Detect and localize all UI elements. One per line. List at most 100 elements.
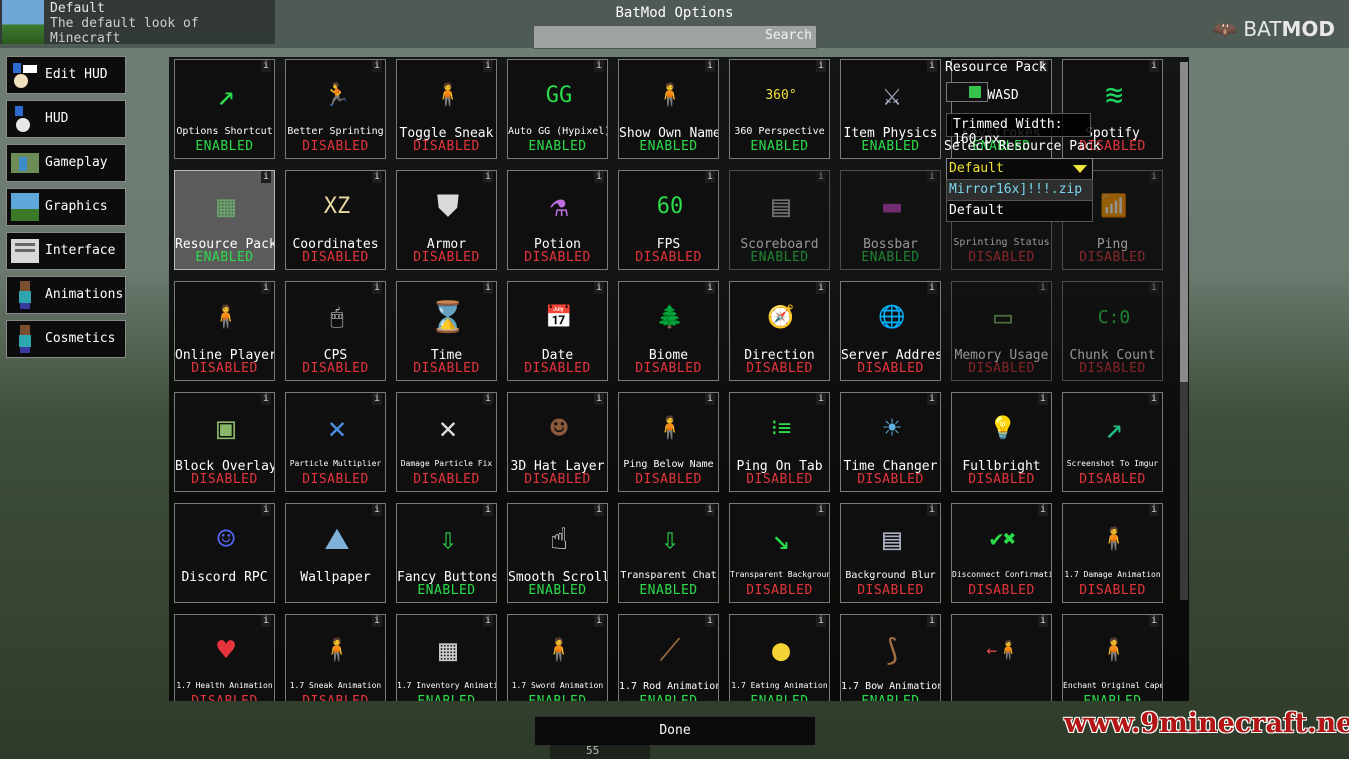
module-tile[interactable]: i 🏃 Better Sprinting DISABLED [285, 59, 386, 159]
module-tile[interactable]: i C:0 Chunk Count DISABLED [1062, 281, 1163, 381]
module-tile[interactable]: i ☺ Discord RPC [174, 503, 275, 603]
sidebar-item-graphics[interactable]: Graphics [6, 188, 126, 226]
info-icon[interactable]: i [372, 504, 382, 516]
info-icon[interactable]: i [594, 393, 604, 405]
sidebar-item-edit-hud[interactable]: Edit HUD [6, 56, 126, 94]
info-icon[interactable]: i [705, 171, 715, 183]
module-tile[interactable]: i ✕ Damage Particle Fix DISABLED [396, 392, 497, 492]
sidebar-item-animations[interactable]: Animations [6, 276, 126, 314]
module-tile[interactable]: i ☻ 3D Hat Layer DISABLED [507, 392, 608, 492]
module-tile[interactable]: i 🌐 Server Address DISABLED [840, 281, 941, 381]
info-icon[interactable]: i [816, 393, 826, 405]
info-icon[interactable]: i [261, 504, 271, 516]
info-icon[interactable]: i [927, 282, 937, 294]
info-icon[interactable]: i [594, 504, 604, 516]
module-tile[interactable]: i ⛰ Wallpaper [285, 503, 386, 603]
sidebar-item-hud[interactable]: HUD [6, 100, 126, 138]
scrollbar-thumb[interactable] [1180, 62, 1188, 382]
module-tile[interactable]: i 🧍 1.7 Sneak Animation DISABLED [285, 614, 386, 701]
module-tile[interactable]: i ☀ Time Changer DISABLED [840, 392, 941, 492]
module-tile[interactable]: i 🧍 1.7 Damage Animation DISABLED [1062, 503, 1163, 603]
info-icon[interactable]: i [927, 393, 937, 405]
info-icon[interactable]: i [705, 393, 715, 405]
info-icon[interactable]: i [483, 504, 493, 516]
info-icon[interactable]: i [594, 615, 604, 627]
info-icon[interactable]: i [372, 171, 382, 183]
resource-pack-toggle[interactable] [946, 82, 988, 102]
info-icon[interactable]: i [927, 504, 937, 516]
dropdown-option[interactable]: Default [946, 200, 1093, 222]
info-icon[interactable]: i [705, 282, 715, 294]
module-tile[interactable]: i 💡 Fullbright DISABLED [951, 392, 1052, 492]
info-icon[interactable]: i [483, 60, 493, 72]
module-tile[interactable]: i 🧍 Toggle Sneak DISABLED [396, 59, 497, 159]
module-tile[interactable]: i ↘ Transparent Background DISABLED [729, 503, 830, 603]
module-tile[interactable]: i ⛊ Armor DISABLED [396, 170, 497, 270]
info-icon[interactable]: i [261, 60, 271, 72]
module-tile[interactable]: i 🧍 Ping Below Name DISABLED [618, 392, 719, 492]
module-tile[interactable]: i ♥ 1.7 Health Animation DISABLED [174, 614, 275, 701]
module-tile[interactable]: i ⚗ Potion DISABLED [507, 170, 608, 270]
info-icon[interactable]: i [816, 60, 826, 72]
module-tile[interactable]: i ▬ Bossbar ENABLED [840, 170, 941, 270]
module-tile[interactable]: i 🧭 Direction DISABLED [729, 281, 830, 381]
info-icon[interactable]: i [1038, 504, 1048, 516]
info-icon[interactable]: i [483, 282, 493, 294]
info-icon[interactable]: i [927, 60, 937, 72]
info-icon[interactable]: i [483, 393, 493, 405]
info-icon[interactable]: i [483, 615, 493, 627]
module-tile[interactable]: i ● 1.7 Eating Animation ENABLED [729, 614, 830, 701]
module-tile[interactable]: i ▤ Background Blur DISABLED [840, 503, 941, 603]
module-tile[interactable]: i 🧍 1.7 Sword Animation ENABLED [507, 614, 608, 701]
module-tile[interactable]: i ⟆ 1.7 Bow Animation ENABLED [840, 614, 941, 701]
module-tile[interactable]: i 🧍 Show Own Name ENABLED [618, 59, 719, 159]
info-icon[interactable]: i [1149, 282, 1159, 294]
info-icon[interactable]: i [261, 393, 271, 405]
info-icon[interactable]: i [1038, 282, 1048, 294]
info-icon[interactable]: i [372, 615, 382, 627]
sidebar-item-gameplay[interactable]: Gameplay [6, 144, 126, 182]
info-icon[interactable]: i [1149, 615, 1159, 627]
info-icon[interactable]: i [816, 171, 826, 183]
module-tile[interactable]: i ▭ Memory Usage DISABLED [951, 281, 1052, 381]
module-tile[interactable]: i ↗ Screenshot To Imgur DISABLED [1062, 392, 1163, 492]
info-icon[interactable]: i [816, 282, 826, 294]
resource-pack-dropdown[interactable]: Default [946, 158, 1093, 180]
info-icon[interactable]: i [261, 282, 271, 294]
info-icon[interactable]: i [705, 60, 715, 72]
module-tile[interactable]: i ⁝≡ Ping On Tab DISABLED [729, 392, 830, 492]
module-tile[interactable]: i GG Auto GG (Hypixel) ENABLED [507, 59, 608, 159]
info-icon[interactable]: i [483, 171, 493, 183]
module-tile[interactable]: i ☝ Smooth Scroll ENABLED [507, 503, 608, 603]
info-icon[interactable]: i [1038, 615, 1048, 627]
info-icon[interactable]: i [927, 171, 937, 183]
info-icon[interactable]: i [816, 615, 826, 627]
info-icon[interactable]: i [261, 171, 271, 183]
module-tile[interactable]: i ↗ Options Shortcut ENABLED [174, 59, 275, 159]
info-icon[interactable]: i [927, 615, 937, 627]
module-tile[interactable]: i ▦ 1.7 Inventory Animation ENABLED [396, 614, 497, 701]
module-tile[interactable]: i ✔✖ Disconnect Confirmation DISABLED [951, 503, 1052, 603]
info-icon[interactable]: i [705, 504, 715, 516]
info-icon[interactable]: i [1038, 393, 1048, 405]
module-tile[interactable]: i 60 FPS DISABLED [618, 170, 719, 270]
module-tile[interactable]: i ✕ Particle Multiplier DISABLED [285, 392, 386, 492]
module-tile[interactable]: i ←🧍 [951, 614, 1052, 701]
module-tile[interactable]: i ⟋ 1.7 Rod Animation ENABLED [618, 614, 719, 701]
module-tile[interactable]: i 🧍 Online Players DISABLED [174, 281, 275, 381]
info-icon[interactable]: i [594, 282, 604, 294]
info-icon[interactable]: i [816, 504, 826, 516]
module-tile[interactable]: i ▦ Resource Pack ENABLED [174, 170, 275, 270]
scrollbar[interactable] [1180, 62, 1188, 600]
dropdown-option[interactable]: Mirror16x]!!!.zip [946, 179, 1093, 201]
info-icon[interactable]: i [594, 171, 604, 183]
info-icon[interactable]: i [372, 282, 382, 294]
module-tile[interactable]: i ▤ Scoreboard ENABLED [729, 170, 830, 270]
module-tile[interactable]: i ⌛ Time DISABLED [396, 281, 497, 381]
module-tile[interactable]: i XZ Coordinates DISABLED [285, 170, 386, 270]
info-icon[interactable]: i [261, 615, 271, 627]
info-icon[interactable]: i [705, 615, 715, 627]
module-tile[interactable]: i ⚔ Item Physics ENABLED [840, 59, 941, 159]
module-tile[interactable]: i 🖱 CPS DISABLED [285, 281, 386, 381]
search-input[interactable]: Search [533, 25, 817, 49]
